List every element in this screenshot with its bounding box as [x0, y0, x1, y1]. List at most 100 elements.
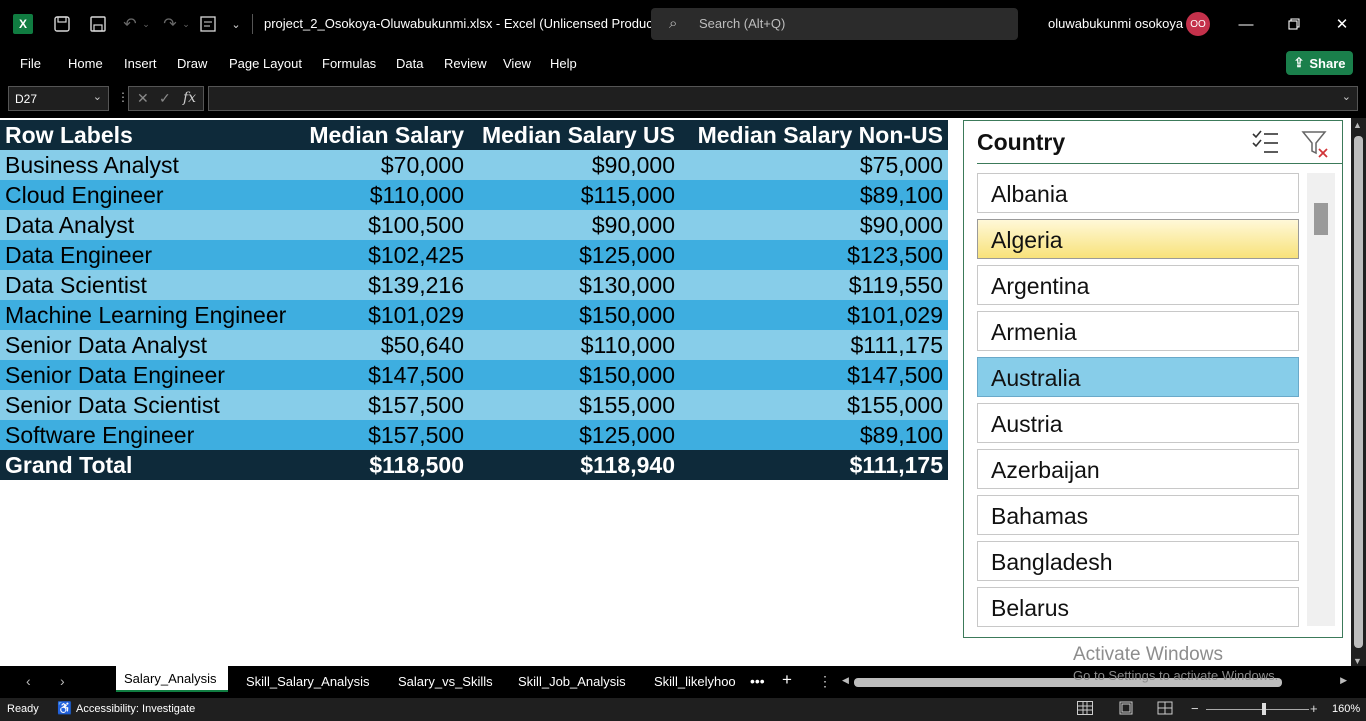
cancel-icon[interactable]: ✕: [137, 90, 149, 107]
tab-view[interactable]: View: [503, 56, 531, 71]
sheet-options-icon[interactable]: ⋮: [818, 673, 832, 690]
header-median-salary-non-us[interactable]: Median Salary Non-US: [680, 120, 948, 150]
slicer-item-armenia[interactable]: Armenia: [977, 311, 1299, 351]
tab-insert[interactable]: Insert: [124, 56, 157, 71]
grand-total-label[interactable]: Grand Total: [0, 450, 298, 480]
sheet-tab-skill-salary-analysis[interactable]: Skill_Salary_Analysis: [246, 666, 370, 694]
cell-median-salary-non-us[interactable]: $89,100: [680, 180, 948, 210]
worksheet[interactable]: Row Labels Median Salary Median Salary U…: [0, 118, 1351, 666]
cell-median-salary-non-us[interactable]: $90,000: [680, 210, 948, 240]
row-label[interactable]: Senior Data Scientist: [0, 390, 298, 420]
customize-toolbar-icon[interactable]: ⌄: [224, 12, 248, 36]
cell-median-salary[interactable]: $139,216: [298, 270, 469, 300]
accessibility-status[interactable]: Accessibility: Investigate: [76, 703, 195, 715]
tab-review[interactable]: Review: [444, 56, 487, 71]
table-row[interactable]: Data Engineer $102,425 $125,000 $123,500: [0, 240, 948, 270]
vertical-scroll-thumb[interactable]: [1354, 136, 1363, 648]
page-break-view-icon[interactable]: [1157, 701, 1173, 715]
slicer-item-bahamas[interactable]: Bahamas: [977, 495, 1299, 535]
slicer-item-austria[interactable]: Austria: [977, 403, 1299, 443]
cell-median-salary-us[interactable]: $130,000: [469, 270, 680, 300]
slicer-item-azerbaijan[interactable]: Azerbaijan: [977, 449, 1299, 489]
cell-median-salary[interactable]: $101,029: [298, 300, 469, 330]
formula-input[interactable]: ⌄: [208, 86, 1358, 111]
zoom-slider[interactable]: [1206, 709, 1309, 710]
sheet-tab-salary-vs-skills[interactable]: Salary_vs_Skills: [398, 666, 493, 694]
sheet-tab-salary-analysis[interactable]: Salary_Analysis: [116, 666, 228, 692]
row-label[interactable]: Software Engineer: [0, 420, 298, 450]
restore-icon[interactable]: [1282, 12, 1306, 36]
table-row[interactable]: Senior Data Analyst $50,640 $110,000 $11…: [0, 330, 948, 360]
cell-median-salary[interactable]: $110,000: [298, 180, 469, 210]
cell-median-salary[interactable]: $50,640: [298, 330, 469, 360]
cell-median-salary-non-us[interactable]: $155,000: [680, 390, 948, 420]
cell-median-salary-us[interactable]: $125,000: [469, 240, 680, 270]
add-sheet-icon[interactable]: +: [782, 670, 792, 690]
row-label[interactable]: Data Engineer: [0, 240, 298, 270]
cell-median-salary-us[interactable]: $125,000: [469, 420, 680, 450]
row-label[interactable]: Data Analyst: [0, 210, 298, 240]
row-label[interactable]: Senior Data Analyst: [0, 330, 298, 360]
slicer-item-argentina[interactable]: Argentina: [977, 265, 1299, 305]
cell-median-salary[interactable]: $147,500: [298, 360, 469, 390]
row-label[interactable]: Machine Learning Engineer: [0, 300, 298, 330]
zoom-slider-thumb[interactable]: [1262, 703, 1266, 715]
more-sheets-icon[interactable]: •••: [750, 673, 765, 689]
user-name[interactable]: oluwabukunmi osokoya: [1048, 16, 1183, 31]
cell-median-salary[interactable]: $157,500: [298, 420, 469, 450]
row-label[interactable]: Cloud Engineer: [0, 180, 298, 210]
cell-median-salary[interactable]: $157,500: [298, 390, 469, 420]
cell-median-salary-us[interactable]: $155,000: [469, 390, 680, 420]
table-row[interactable]: Cloud Engineer $110,000 $115,000 $89,100: [0, 180, 948, 210]
grand-total-median-salary-non-us[interactable]: $111,175: [680, 450, 948, 480]
avatar[interactable]: OO: [1186, 12, 1210, 36]
prev-sheet-icon[interactable]: ‹: [26, 673, 31, 689]
tab-draw[interactable]: Draw: [177, 56, 207, 71]
cell-median-salary[interactable]: $102,425: [298, 240, 469, 270]
cell-median-salary-non-us[interactable]: $111,175: [680, 330, 948, 360]
clear-filter-icon[interactable]: [1300, 129, 1330, 159]
tab-file[interactable]: File: [20, 56, 41, 71]
zoom-in-icon[interactable]: +: [1310, 701, 1318, 716]
cell-median-salary[interactable]: $100,500: [298, 210, 469, 240]
grand-total-row[interactable]: Grand Total $118,500 $118,940 $111,175: [0, 450, 948, 480]
enter-icon[interactable]: ✓: [159, 90, 171, 107]
tab-page-layout[interactable]: Page Layout: [229, 56, 302, 71]
table-row[interactable]: Data Scientist $139,216 $130,000 $119,55…: [0, 270, 948, 300]
scroll-right-icon[interactable]: ▶: [1340, 675, 1347, 686]
accessibility-icon[interactable]: ♿: [57, 701, 72, 715]
row-label[interactable]: Data Scientist: [0, 270, 298, 300]
table-row[interactable]: Business Analyst $70,000 $90,000 $75,000: [0, 150, 948, 180]
table-row[interactable]: Senior Data Engineer $147,500 $150,000 $…: [0, 360, 948, 390]
cell-median-salary-non-us[interactable]: $101,029: [680, 300, 948, 330]
scroll-left-icon[interactable]: ◀: [842, 675, 849, 686]
next-sheet-icon[interactable]: ›: [60, 673, 65, 689]
minimize-icon[interactable]: —: [1234, 12, 1258, 36]
undo-dropdown-icon[interactable]: ⌄: [134, 12, 158, 36]
slicer-item-bangladesh[interactable]: Bangladesh: [977, 541, 1299, 581]
tab-help[interactable]: Help: [550, 56, 577, 71]
table-row[interactable]: Machine Learning Engineer $101,029 $150,…: [0, 300, 948, 330]
tab-data[interactable]: Data: [396, 56, 423, 71]
redo-dropdown-icon[interactable]: ⌄: [174, 12, 198, 36]
header-median-salary[interactable]: Median Salary: [298, 120, 469, 150]
insert-function-icon[interactable]: fx: [183, 90, 196, 106]
table-row[interactable]: Senior Data Scientist $157,500 $155,000 …: [0, 390, 948, 420]
row-label[interactable]: Business Analyst: [0, 150, 298, 180]
grand-total-median-salary[interactable]: $118,500: [298, 450, 469, 480]
share-button[interactable]: ⇪ Share: [1286, 51, 1353, 75]
save-icon[interactable]: [86, 12, 110, 36]
cell-median-salary-us[interactable]: $90,000: [469, 150, 680, 180]
cell-median-salary-non-us[interactable]: $123,500: [680, 240, 948, 270]
page-layout-view-icon[interactable]: [1118, 701, 1134, 715]
slicer-item-albania[interactable]: Albania: [977, 173, 1299, 213]
cell-median-salary-non-us[interactable]: $89,100: [680, 420, 948, 450]
row-label[interactable]: Senior Data Engineer: [0, 360, 298, 390]
slicer-item-australia[interactable]: Australia: [977, 357, 1299, 397]
scroll-up-icon[interactable]: ▲: [1353, 120, 1362, 130]
cell-median-salary-us[interactable]: $150,000: [469, 360, 680, 390]
zoom-level[interactable]: 160%: [1332, 703, 1360, 715]
header-median-salary-us[interactable]: Median Salary US: [469, 120, 680, 150]
sheet-tab-skill-likelyhood[interactable]: Skill_likelyhoo: [654, 666, 742, 694]
search-box[interactable]: ⌕ Search (Alt+Q): [651, 8, 1018, 40]
